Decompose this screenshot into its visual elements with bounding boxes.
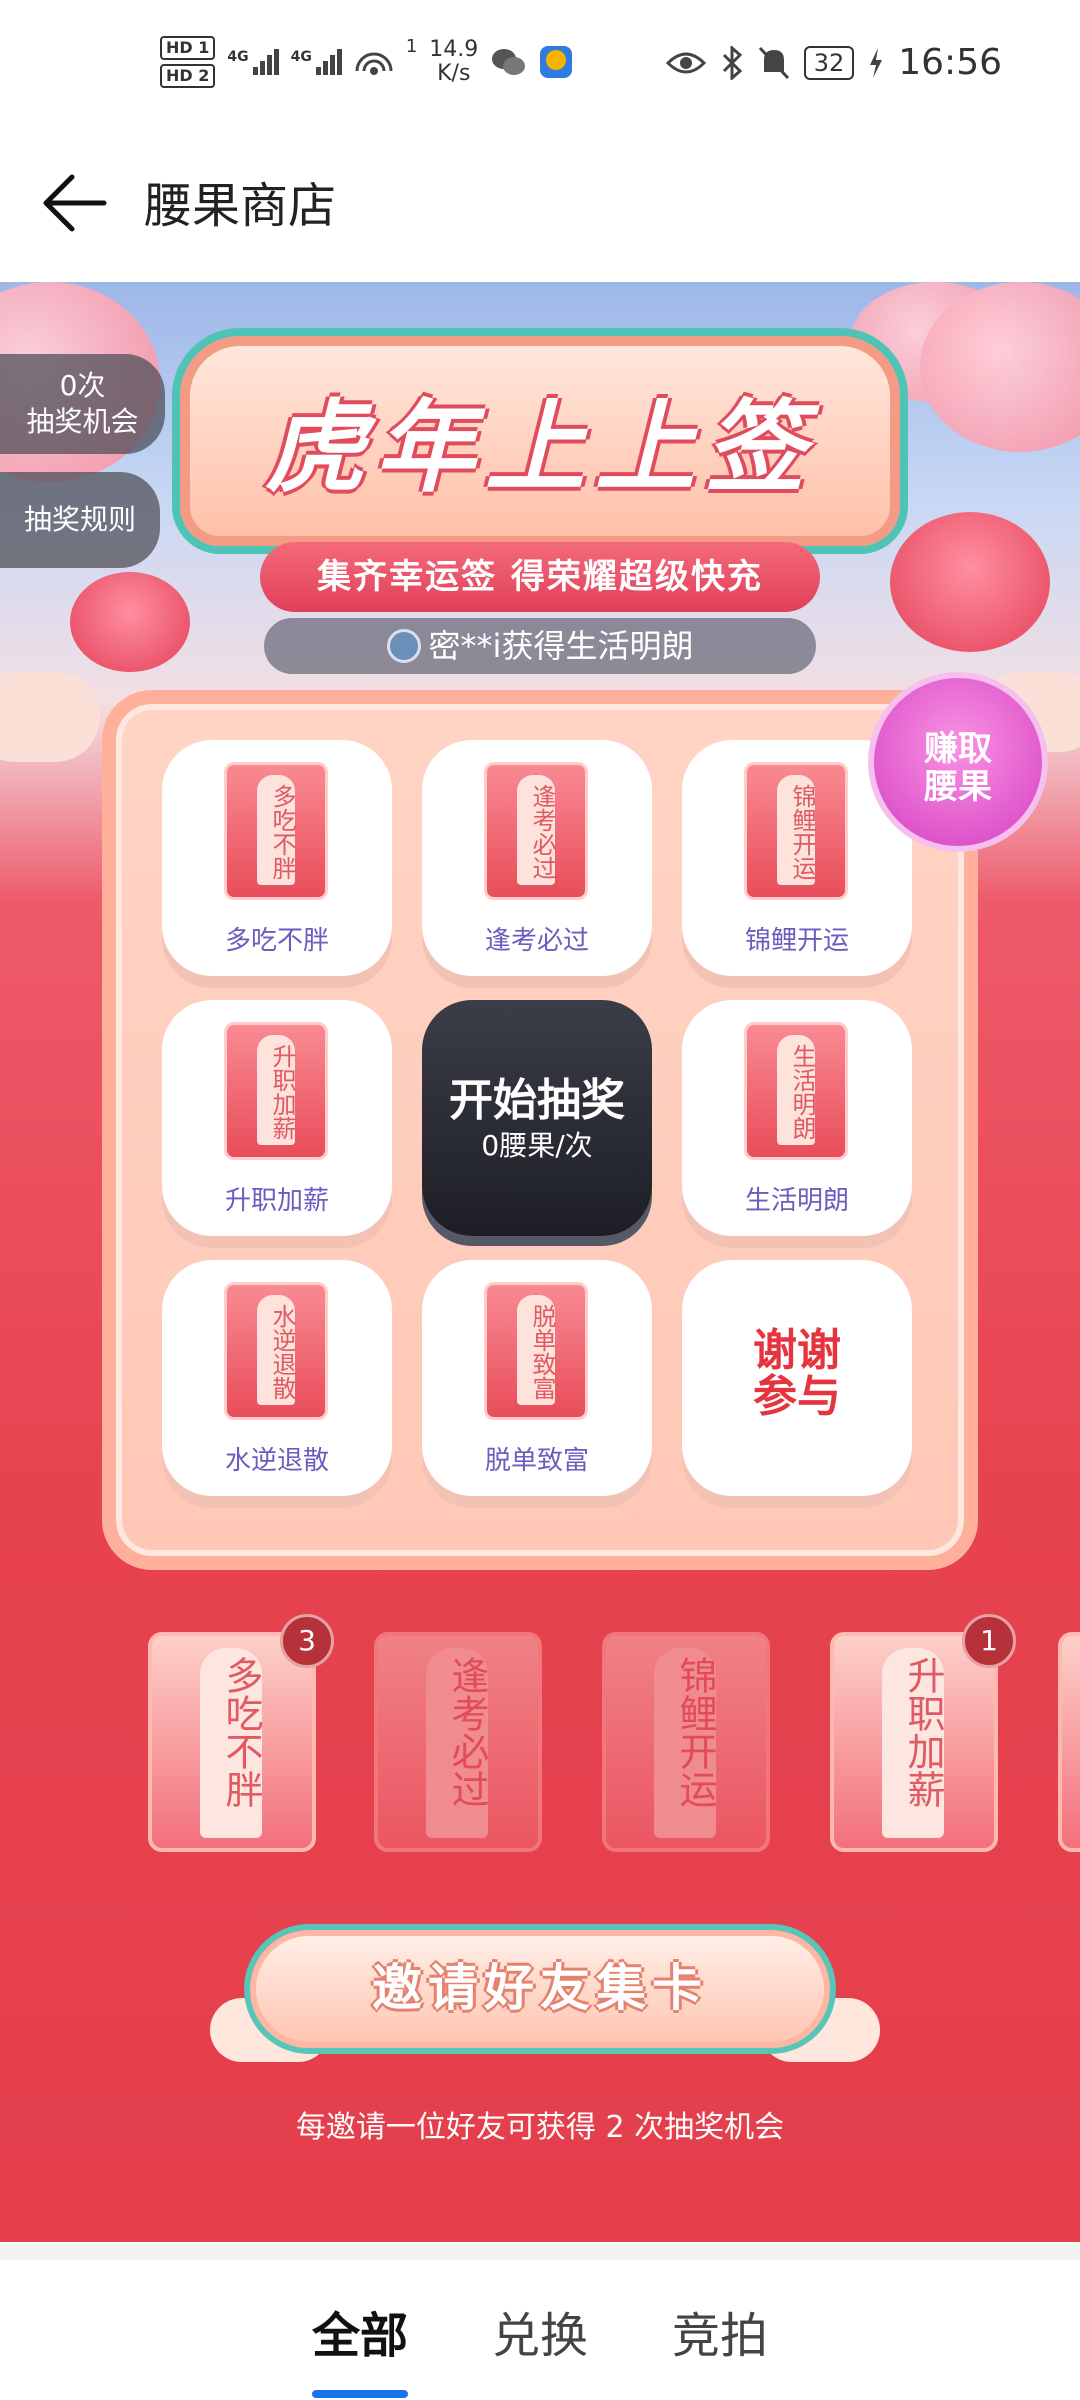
- charging-icon: [870, 47, 883, 78]
- back-arrow-icon[interactable]: [40, 168, 110, 238]
- chance-label: 抽奖机会: [26, 405, 139, 438]
- card-count-badge: 3: [280, 1614, 334, 1668]
- lottery-grid: 多吃不胖 多吃不胖 逢考必过 逢考必过 锦鲤开运 锦鲤开运 升职加薪 升职加薪 …: [102, 690, 978, 1570]
- prize-cell: 水逆退散 水逆退散: [162, 1260, 392, 1496]
- page-header: 腰果商店: [0, 140, 1080, 280]
- earn-line1: 赚取: [924, 729, 992, 769]
- clock: 16:56: [898, 42, 1002, 83]
- collected-card-text: 锦鲤开运: [654, 1648, 717, 1838]
- fortune-card: 脱单致富: [484, 1282, 588, 1420]
- prize-label: 水逆退散: [224, 1446, 329, 1476]
- earn-line2: 腰果: [924, 767, 992, 807]
- fortune-card: 多吃不胖: [224, 762, 328, 900]
- lottery-area: 0次 抽奖机会 抽奖规则 虎年上上签 集齐幸运签 得荣耀超级快充 密**i获得生…: [0, 282, 1080, 2242]
- bottom-tabs: 全部 兑换 竞拍: [0, 2244, 1080, 2400]
- prize-cell: 升职加薪 升职加薪: [162, 1000, 392, 1236]
- hd2-badge: HD 2: [160, 64, 216, 88]
- prize-cell: 脱单致富 脱单致富: [422, 1260, 652, 1496]
- cloud-decoration: [0, 672, 100, 762]
- signal-2-icon: 4G: [291, 49, 342, 75]
- fortune-card: 生活明朗: [744, 1022, 848, 1160]
- earn-cashew-button[interactable]: 赚取 腰果: [868, 672, 1048, 852]
- banner-title: 虎年上上签: [265, 389, 815, 506]
- card-count-badge: 1: [962, 1614, 1016, 1668]
- collected-card[interactable]: 逢考必过: [374, 1632, 542, 1852]
- mute-icon: [758, 46, 789, 79]
- winner-text: 密**i获得生活明朗: [428, 627, 694, 665]
- lottery-chance-counter[interactable]: 0次 抽奖机会: [0, 354, 165, 454]
- collected-card-partial[interactable]: [1058, 1632, 1080, 1852]
- thanks-line2: 参与: [753, 1371, 841, 1422]
- prize-label: 多吃不胖: [224, 926, 329, 956]
- prize-label: 脱单致富: [484, 1446, 589, 1476]
- start-draw-label: 开始抽奖: [449, 1075, 625, 1126]
- avatar: [386, 629, 421, 663]
- wechat-icon: [492, 49, 526, 75]
- bluetooth-icon: [722, 45, 742, 80]
- status-left: HD 1 HD 2 4G 4G 1 14.9 K/s: [160, 36, 574, 88]
- banner-subtitle: 集齐幸运签 得荣耀超级快充: [260, 542, 820, 612]
- hd1-badge: HD 1: [160, 36, 216, 60]
- battery-level: 32: [803, 45, 855, 80]
- collected-card[interactable]: 多吃不胖 3: [148, 1614, 334, 1852]
- collected-card-text: 逢考必过: [426, 1648, 489, 1838]
- collected-card[interactable]: 升职加薪 1: [830, 1614, 1016, 1852]
- draw-cost: 0腰果/次: [481, 1129, 593, 1162]
- collected-card[interactable]: 锦鲤开运: [602, 1632, 770, 1852]
- hd-indicators: HD 1 HD 2: [160, 36, 216, 88]
- network-rate: 14.9 K/s: [429, 38, 478, 86]
- prize-cell: 生活明朗 生活明朗: [682, 1000, 912, 1236]
- fortune-card: 逢考必过: [484, 762, 588, 900]
- eye-icon: [665, 52, 706, 73]
- chance-count: 0次: [59, 369, 106, 402]
- app-notification-icon: [540, 46, 573, 78]
- signal-1-icon: 4G: [227, 49, 279, 75]
- status-bar: HD 1 HD 2 4G 4G 1 14.9 K/s 32 16:56: [0, 0, 1080, 140]
- tiger-mascot: [70, 572, 190, 672]
- status-right: 32 16:56: [665, 42, 1002, 83]
- tab-all[interactable]: 全部: [312, 2296, 408, 2366]
- tab-auction[interactable]: 竞拍: [672, 2296, 768, 2366]
- prize-label: 锦鲤开运: [744, 926, 849, 956]
- thanks-cell: 谢谢 参与: [682, 1260, 912, 1496]
- fortune-card: 水逆退散: [224, 1282, 328, 1420]
- event-banner: 虎年上上签 集齐幸运签 得荣耀超级快充: [160, 326, 920, 626]
- start-draw-button[interactable]: 开始抽奖 0腰果/次: [422, 1000, 652, 1236]
- rate-value: 14.9: [429, 37, 479, 62]
- rate-unit: K/s: [437, 61, 471, 86]
- page-title: 腰果商店: [144, 178, 337, 234]
- fortune-card: 升职加薪: [224, 1022, 328, 1160]
- thanks-line1: 谢谢: [753, 1325, 841, 1376]
- lottery-rules-button[interactable]: 抽奖规则: [0, 472, 160, 568]
- collected-card-text: 多吃不胖: [200, 1648, 263, 1838]
- invite-friends-button[interactable]: 邀请好友集卡: [250, 1930, 830, 2048]
- hotspot-icon: [355, 52, 393, 75]
- invite-note: 每邀请一位好友可获得 2 次抽奖机会: [295, 2110, 785, 2145]
- winner-ticker: 密**i获得生活明朗: [264, 618, 816, 674]
- prize-cell: 逢考必过 逢考必过: [422, 740, 652, 976]
- fortune-card: 锦鲤开运: [744, 762, 848, 900]
- prize-label: 升职加薪: [224, 1186, 329, 1216]
- prize-label: 逢考必过: [484, 926, 589, 956]
- hotspot-count: 1: [405, 36, 418, 57]
- active-tab-indicator: [312, 2390, 408, 2398]
- collected-card-text: 升职加薪: [882, 1648, 945, 1838]
- tiger-mascot: [890, 512, 1050, 652]
- tab-exchange[interactable]: 兑换: [492, 2296, 588, 2366]
- prize-label: 生活明朗: [744, 1186, 849, 1216]
- prize-cell: 多吃不胖 多吃不胖: [162, 740, 392, 976]
